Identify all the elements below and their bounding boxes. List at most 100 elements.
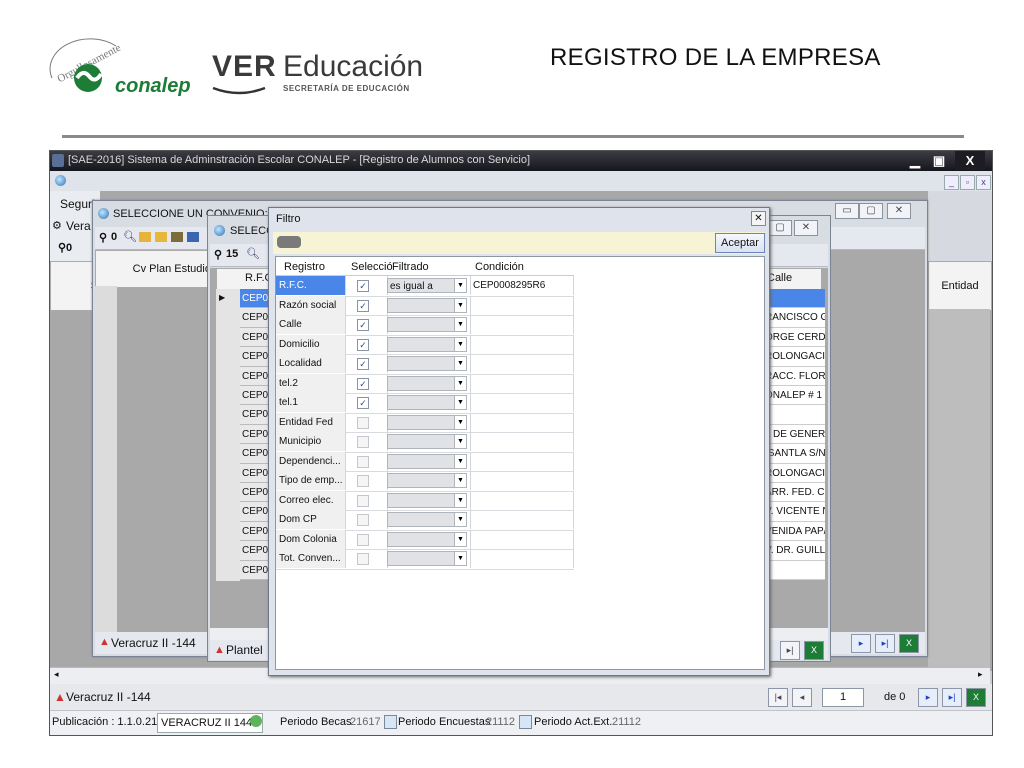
filter-row[interactable]: Entidad Fed ▼ — [276, 412, 574, 433]
next-page-button[interactable]: ▸ — [918, 688, 938, 707]
filter-checkbox[interactable] — [357, 514, 369, 526]
filtrado-dropdown[interactable]: ▼ — [387, 551, 467, 566]
filter-row[interactable]: tel.2 ✓ ▼ — [276, 373, 574, 394]
seleccion-close-button[interactable]: ✕ — [794, 220, 818, 236]
filter-row[interactable]: Correo elec. ▼ — [276, 490, 574, 511]
filter-condicion-cell[interactable] — [470, 315, 574, 334]
calle-cell[interactable]: RANCISCO G — [763, 308, 825, 328]
calle-cell[interactable]: ROLONGACI — [763, 347, 825, 367]
chevron-down-icon[interactable]: ▼ — [454, 298, 466, 312]
filter-row[interactable]: Dependenci... ▼ — [276, 451, 574, 472]
filter-row[interactable]: Razón social ✓ ▼ — [276, 295, 574, 316]
filter-condicion-cell[interactable] — [470, 373, 574, 393]
filter-checkbox[interactable]: ✓ — [357, 299, 369, 312]
filter-row[interactable]: Calle ✓ ▼ — [276, 315, 574, 336]
filter-checkbox[interactable] — [357, 416, 369, 429]
convenio-close-button[interactable]: ✕ — [887, 203, 911, 219]
image-icon[interactable] — [187, 232, 199, 242]
filter-row[interactable]: Localidad ✓ ▼ — [276, 354, 574, 375]
calle-cell[interactable] — [763, 405, 825, 425]
filter-checkbox[interactable] — [357, 455, 369, 468]
filter-checkbox[interactable]: ✓ — [357, 280, 369, 292]
chevron-down-icon[interactable]: ▼ — [454, 552, 466, 565]
filtrado-dropdown[interactable]: ▼ — [387, 375, 467, 391]
excel-export-icon[interactable]: X — [966, 688, 986, 707]
calle-cell[interactable]: ARR. FED. C. — [763, 483, 825, 503]
filter-checkbox[interactable] — [357, 494, 369, 507]
calle-cell[interactable]: RACC. FLORI — [763, 366, 825, 386]
filter-checkbox[interactable]: ✓ — [357, 338, 369, 351]
filter-condicion-cell[interactable] — [470, 354, 574, 373]
filter-condicion-cell[interactable] — [470, 549, 574, 568]
seleccion-restore-button[interactable]: ▢ — [768, 220, 792, 236]
chevron-down-icon[interactable]: ▼ — [454, 532, 466, 546]
last-page-button[interactable]: ▸| — [875, 634, 895, 653]
last-page-button[interactable]: ▸| — [942, 688, 962, 707]
filtrado-dropdown[interactable]: ▼ — [387, 414, 467, 430]
accept-button[interactable]: Aceptar — [715, 233, 765, 253]
binoculars-icon[interactable]: ⚲ — [214, 248, 222, 261]
convenio-column-header[interactable]: Cv Plan Estudio — [95, 250, 215, 288]
scroll-left-icon[interactable]: ◂ — [54, 669, 59, 680]
filter-condicion-cell[interactable] — [470, 393, 574, 412]
excel-export-icon[interactable]: X — [899, 634, 919, 653]
chevron-down-icon[interactable]: ▼ — [454, 493, 466, 507]
filter-row[interactable]: Municipio ▼ — [276, 432, 574, 453]
last-page-button[interactable]: ▸| — [780, 641, 800, 660]
filter-close-button[interactable]: ✕ — [751, 211, 766, 226]
calle-cell[interactable] — [763, 289, 825, 309]
filter-condicion-cell[interactable] — [470, 412, 574, 432]
filter-condicion-cell[interactable]: CEP0008295R6 — [470, 276, 574, 295]
first-page-button[interactable]: |◂ — [768, 688, 788, 707]
calle-cell[interactable]: V. DR. GUILL — [763, 541, 825, 561]
filter-condicion-cell[interactable] — [470, 529, 574, 549]
calle-cell[interactable]: ONALEP # 1 — [763, 386, 825, 406]
folder-icon[interactable] — [139, 232, 151, 242]
filter-condicion-cell[interactable] — [470, 471, 574, 490]
edit-icon[interactable] — [155, 232, 167, 242]
filter-condicion-cell[interactable] — [470, 432, 574, 451]
filtrado-dropdown[interactable]: ▼ — [387, 317, 467, 332]
convenio-restore-button[interactable]: ▢ — [859, 203, 883, 219]
calle-cell[interactable]: ROLONGACI — [763, 463, 825, 483]
filter-row[interactable]: Dom CP ▼ — [276, 510, 574, 531]
mdi-restore-button[interactable]: ▫ — [960, 175, 975, 190]
filtrado-dropdown[interactable]: ▼ — [387, 473, 467, 488]
filtrado-dropdown[interactable]: ▼ — [387, 297, 467, 313]
chevron-down-icon[interactable]: ▼ — [454, 415, 466, 429]
prev-page-button[interactable]: ◂ — [792, 688, 812, 707]
scroll-right-icon[interactable]: ▸ — [978, 669, 983, 680]
filter-checkbox[interactable]: ✓ — [357, 377, 369, 390]
report-icon[interactable] — [171, 232, 183, 242]
calle-cell[interactable]: VENIDA PAP/ — [763, 521, 825, 542]
filter-condicion-cell[interactable] — [470, 295, 574, 315]
search-icon[interactable]: 🔍︎ — [123, 230, 137, 243]
veracruz-tab-label[interactable]: Vera — [66, 219, 91, 233]
filter-condicion-cell[interactable] — [470, 451, 574, 471]
chevron-down-icon[interactable]: ▼ — [454, 396, 466, 409]
filtrado-dropdown[interactable]: ▼ — [387, 336, 467, 352]
filtrado-dropdown[interactable]: ▼ — [387, 434, 467, 449]
chevron-down-icon[interactable]: ▼ — [454, 513, 466, 526]
filter-condicion-cell[interactable] — [470, 334, 574, 354]
filter-checkbox[interactable] — [357, 475, 369, 487]
eraser-icon[interactable] — [277, 236, 301, 248]
filter-checkbox[interactable]: ✓ — [357, 358, 369, 370]
calle-cell[interactable]: V. VICENTE N — [763, 502, 825, 522]
convenio-minimize-button[interactable]: ▭ — [835, 203, 859, 219]
seguridad-menu-label[interactable]: Seguri — [60, 197, 95, 211]
filter-checkbox[interactable] — [357, 436, 369, 448]
filter-condicion-cell[interactable] — [470, 490, 574, 510]
calle-cell[interactable]: ORGE CERD/ — [763, 327, 825, 348]
column-entidad[interactable]: Entidad — [928, 261, 992, 311]
binoculars-icon[interactable]: ⚲ — [99, 231, 107, 244]
filter-checkbox[interactable]: ✓ — [357, 319, 369, 331]
filtrado-dropdown[interactable]: ▼ — [387, 356, 467, 371]
filtrado-dropdown[interactable]: ▼ — [387, 531, 467, 547]
chevron-down-icon[interactable]: ▼ — [454, 435, 466, 448]
search-icon[interactable]: 🔍︎ — [246, 247, 260, 260]
filter-row[interactable]: Dom Colonia ▼ — [276, 529, 574, 550]
next-page-button[interactable]: ▸ — [851, 634, 871, 653]
filtrado-dropdown[interactable]: es igual a ▼ — [387, 278, 467, 293]
chevron-down-icon[interactable]: ▼ — [454, 376, 466, 390]
